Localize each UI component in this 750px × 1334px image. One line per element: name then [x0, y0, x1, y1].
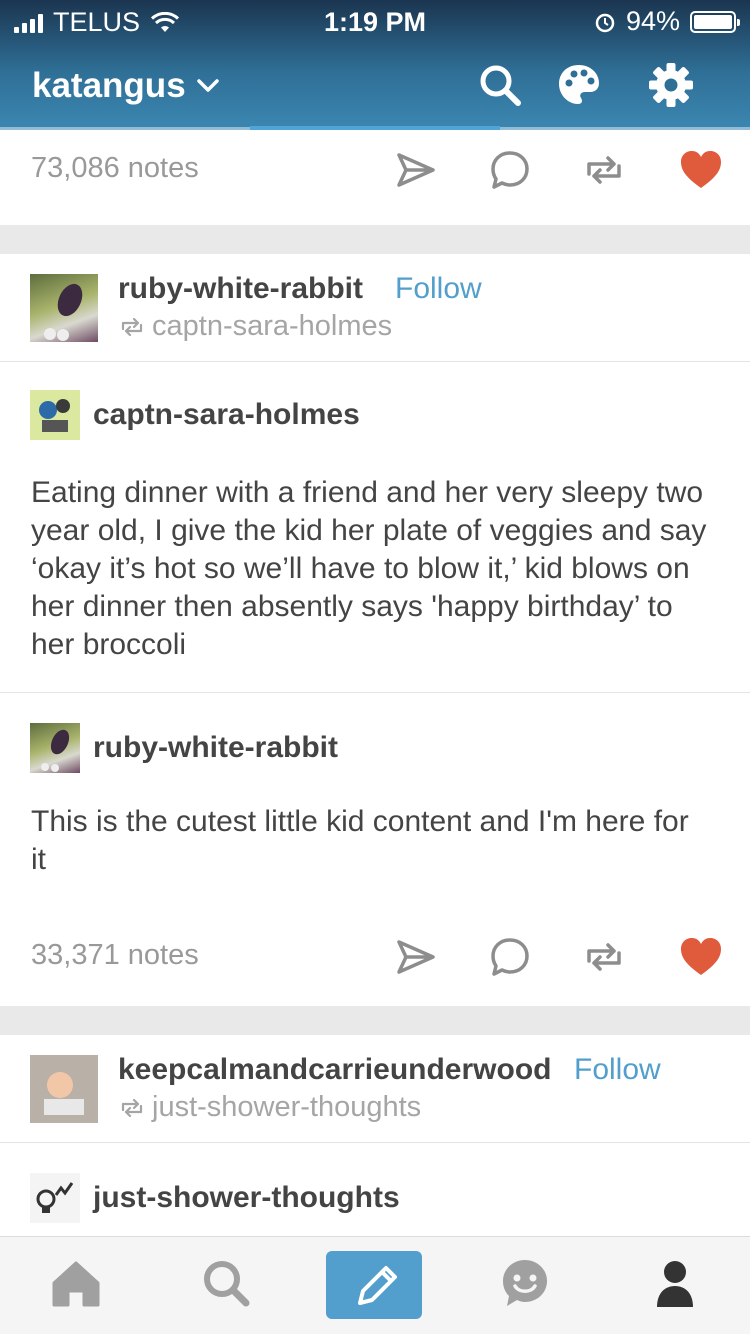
avatar[interactable] — [30, 390, 80, 440]
avatar[interactable] — [30, 1173, 80, 1223]
entry-author[interactable]: captn-sara-holmes — [93, 398, 360, 432]
status-bar: TELUS 1:19 PM 94% — [0, 0, 750, 40]
entry-text: This is the cutest little kid content an… — [31, 805, 689, 876]
avatar[interactable] — [30, 274, 98, 342]
reply-icon[interactable] — [486, 146, 534, 194]
heart-icon[interactable] — [677, 146, 725, 194]
lightbulb-icon — [36, 1182, 74, 1213]
post-footer: 33,371 notes — [0, 917, 750, 1017]
send-icon[interactable] — [391, 933, 439, 981]
follow-button[interactable]: Follow — [395, 272, 482, 306]
gear-icon[interactable] — [648, 62, 694, 108]
reblog-icon[interactable] — [580, 146, 628, 194]
avatar-image — [30, 1055, 98, 1123]
avatar[interactable] — [30, 1055, 98, 1123]
avatar-image — [41, 729, 70, 772]
explore-icon[interactable] — [198, 1255, 254, 1311]
avatar[interactable] — [30, 723, 80, 773]
post-card: ruby-white-rabbit Follow captn-sara-holm… — [0, 254, 750, 1006]
entry-author[interactable]: just-shower-thoughts — [93, 1181, 400, 1215]
compose-button[interactable] — [326, 1251, 422, 1319]
avatar-image — [39, 399, 70, 432]
post-header: keepcalmandcarrieunderwood Follow just-s… — [0, 1035, 750, 1143]
reblogged-from[interactable]: captn-sara-holmes — [120, 310, 392, 343]
reply-icon[interactable] — [486, 933, 534, 981]
reblogger-name[interactable]: keepcalmandcarrieunderwood — [118, 1053, 551, 1087]
avatar-image — [44, 283, 83, 341]
entry-author[interactable]: ruby-white-rabbit — [93, 731, 338, 765]
post-header: ruby-white-rabbit Follow captn-sara-holm… — [0, 254, 750, 362]
reblog-icon — [121, 1098, 143, 1117]
post-card: keepcalmandcarrieunderwood Follow just-s… — [0, 1035, 750, 1236]
reblog-icon — [121, 317, 143, 336]
blog-name: katangus — [32, 66, 186, 105]
reblogged-from[interactable]: just-shower-thoughts — [120, 1091, 421, 1124]
blog-switcher[interactable]: katangus — [32, 66, 220, 106]
entry-text: Eating dinner with a friend and her very… — [31, 476, 707, 661]
palette-icon[interactable] — [556, 62, 602, 108]
search-icon[interactable] — [477, 62, 523, 108]
heart-icon[interactable] — [677, 933, 725, 981]
messaging-icon[interactable] — [497, 1255, 553, 1311]
entry-header: just-shower-thoughts — [0, 1143, 750, 1235]
battery-icon — [690, 10, 740, 33]
reblogged-from-name: captn-sara-holmes — [152, 310, 393, 342]
post-footer: 73,086 notes — [0, 130, 750, 222]
app-header: TELUS 1:19 PM 94% katangus — [0, 0, 750, 130]
bottom-tab-bar — [0, 1236, 750, 1334]
notes-count[interactable]: 33,371 notes — [31, 939, 199, 972]
navbar: katangus — [0, 40, 750, 130]
reblogger-name[interactable]: ruby-white-rabbit — [118, 272, 363, 306]
account-icon[interactable] — [647, 1255, 703, 1311]
status-right: 94% — [594, 6, 740, 37]
post-card: 73,086 notes — [0, 130, 750, 225]
follow-button[interactable]: Follow — [574, 1053, 661, 1087]
send-icon[interactable] — [391, 146, 439, 194]
battery-percent: 94% — [625, 6, 680, 36]
home-icon[interactable] — [48, 1255, 104, 1311]
reblogged-from-name: just-shower-thoughts — [152, 1091, 422, 1123]
compose-icon — [358, 1266, 397, 1305]
entry-header: captn-sara-holmes — [0, 362, 750, 474]
notes-count[interactable]: 73,086 notes — [31, 152, 199, 185]
alarm-icon — [595, 13, 615, 32]
reblog-icon[interactable] — [580, 933, 628, 981]
chevron-down-icon — [196, 79, 219, 92]
entry-header: ruby-white-rabbit — [0, 693, 750, 797]
